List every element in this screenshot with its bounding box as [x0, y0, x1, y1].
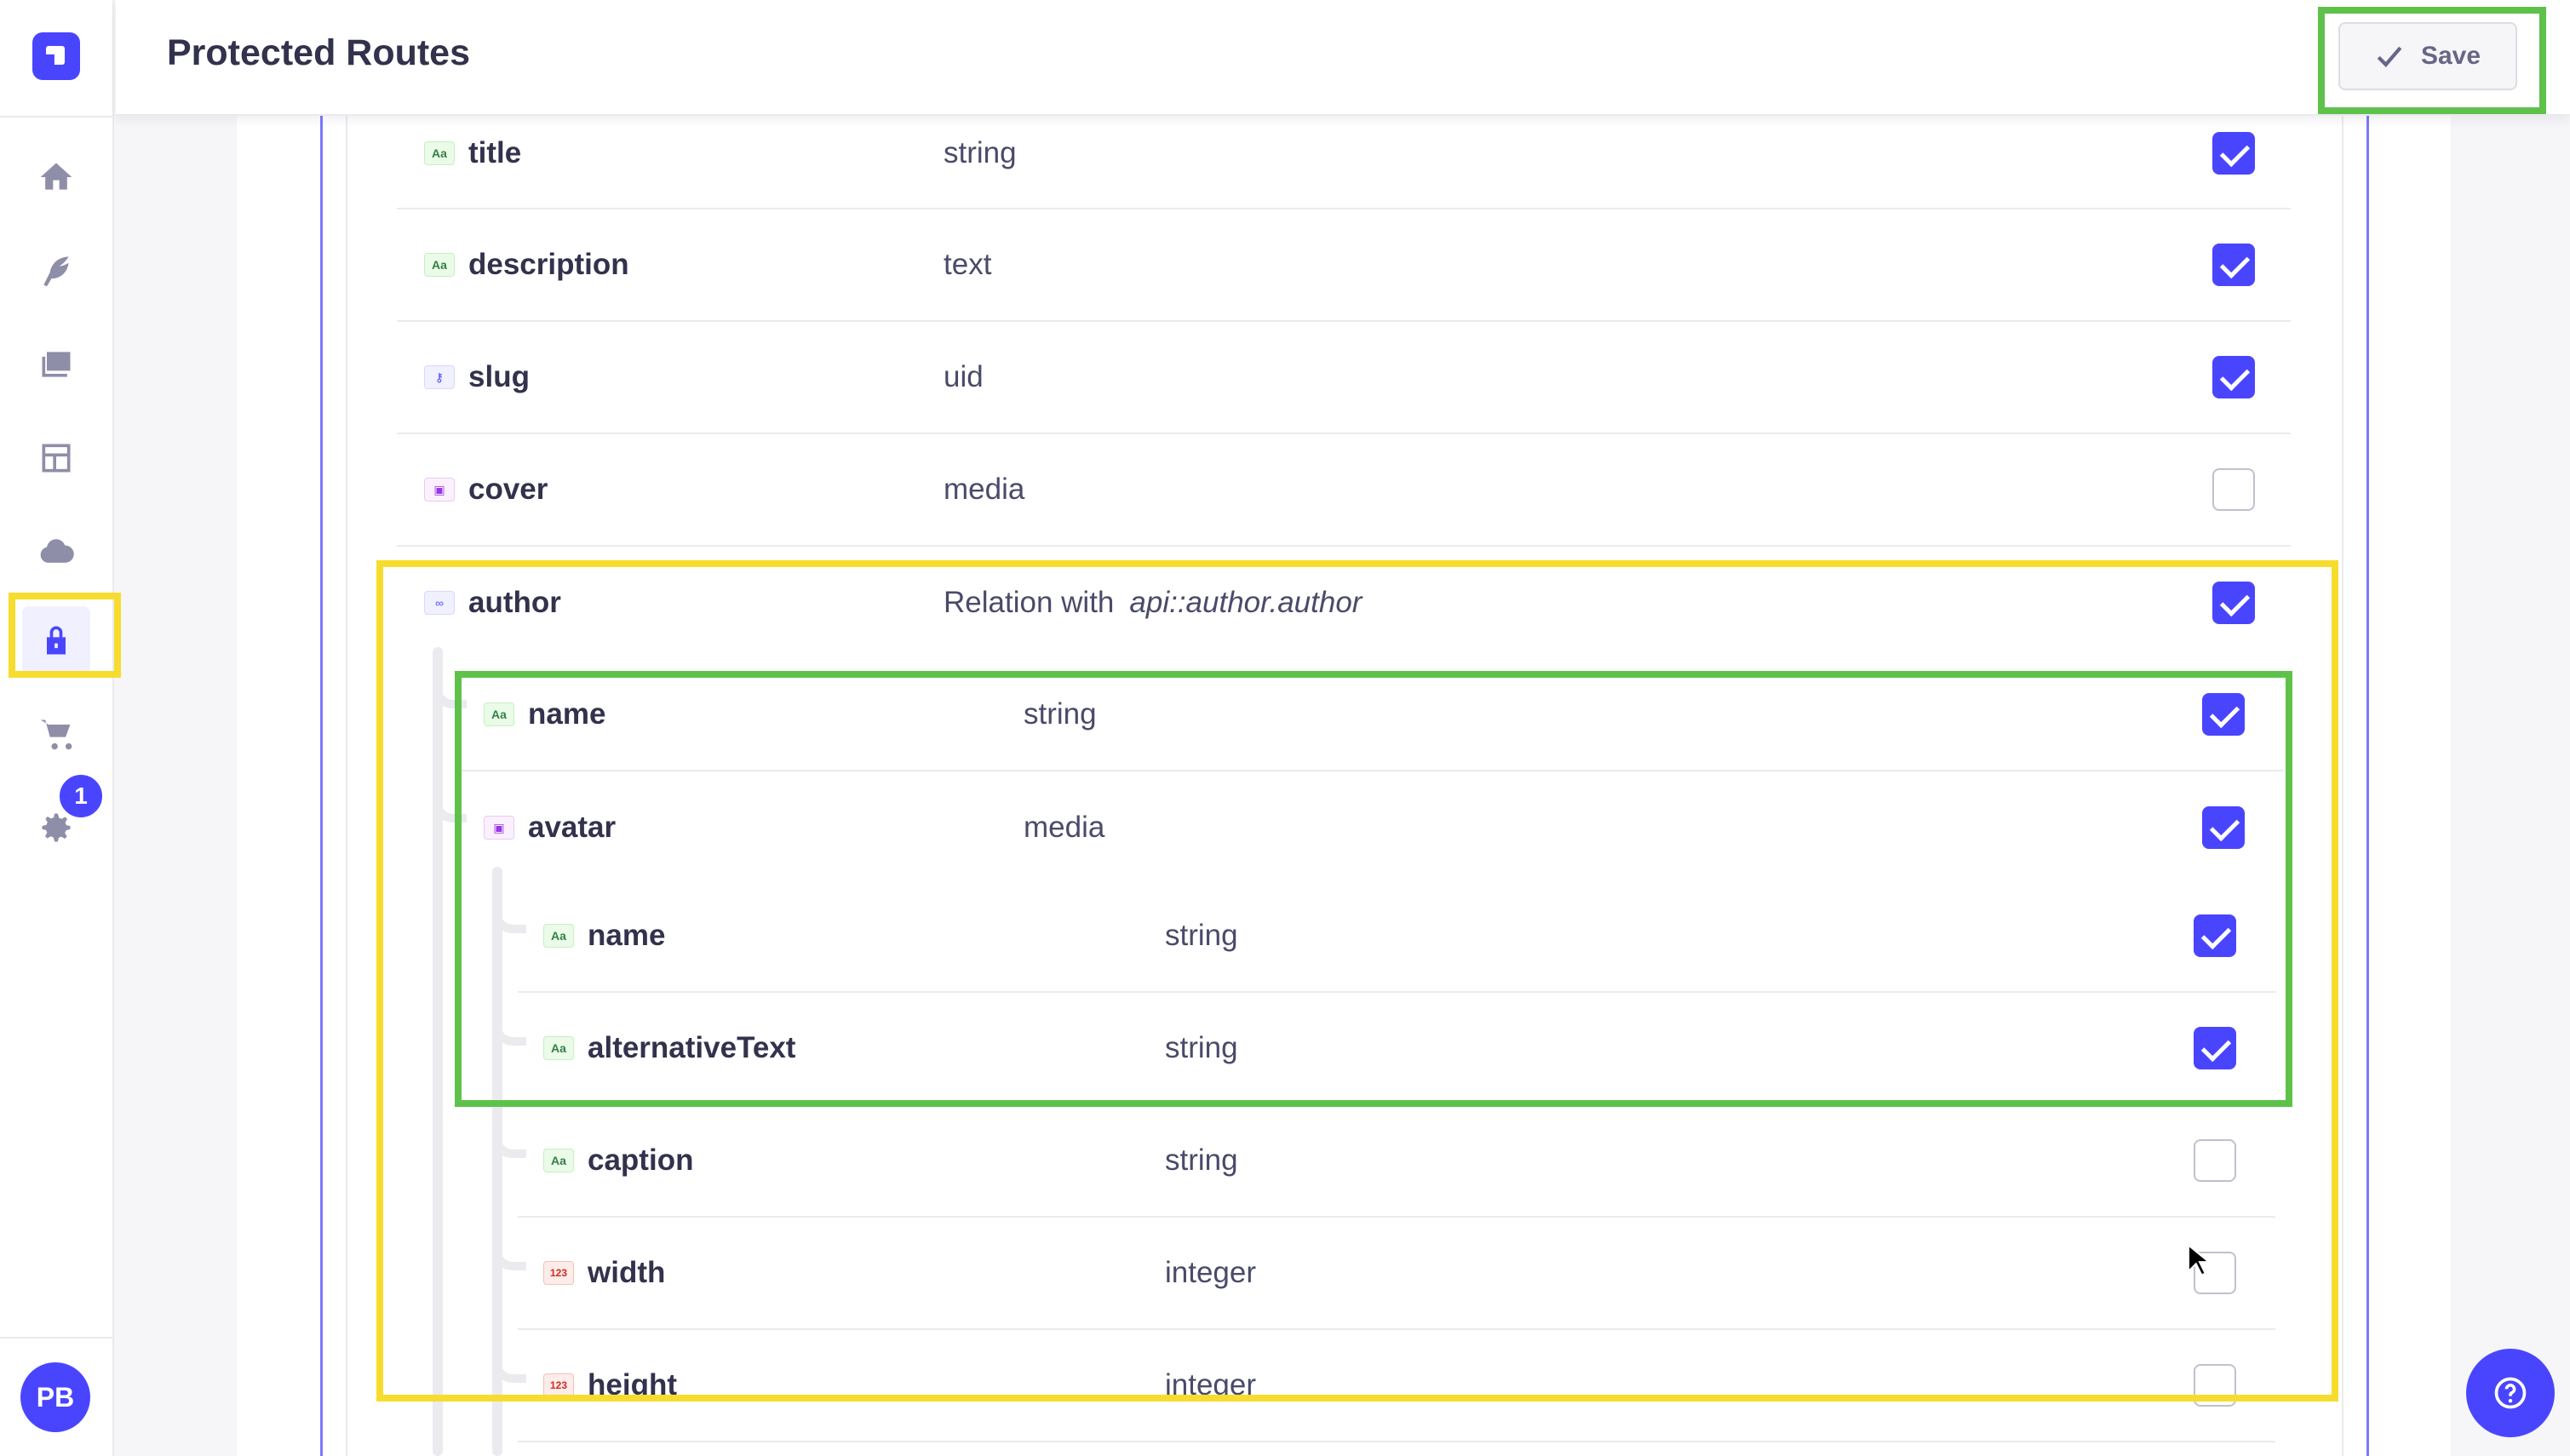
sidebar-divider: [0, 116, 114, 118]
field-type: string: [944, 136, 1017, 169]
main-sidebar: 1 PB: [0, 0, 114, 1456]
field-checkbox[interactable]: [2212, 132, 2255, 175]
selected-fields-highlight-box: [455, 671, 2292, 1107]
app-logo[interactable]: [32, 32, 80, 80]
cloud-icon[interactable]: [32, 528, 80, 576]
media-library-icon[interactable]: [32, 341, 80, 388]
sidebar-divider-bottom: [0, 1337, 114, 1338]
field-row-slug: ⚷ slug uid: [397, 322, 2291, 434]
feather-icon[interactable]: [32, 247, 80, 295]
help-button[interactable]: [2466, 1349, 2555, 1437]
field-row-cover: ▣ cover media: [397, 434, 2291, 547]
mouse-cursor-icon: [2187, 1243, 2211, 1277]
sidebar-lock-highlight-box: [9, 593, 121, 678]
field-type: media: [944, 473, 1025, 506]
home-icon[interactable]: [32, 153, 80, 201]
key-icon: ⚷: [424, 365, 455, 389]
field-name: description: [468, 248, 629, 281]
field-type: uid: [944, 360, 984, 393]
page-header: Protected Routes Save: [116, 0, 2570, 116]
save-highlight-box: [2318, 7, 2546, 114]
notification-badge: 1: [56, 771, 106, 821]
field-name: slug: [468, 360, 530, 393]
question-icon: [2494, 1377, 2527, 1409]
field-checkbox[interactable]: [2212, 356, 2255, 398]
cart-icon[interactable]: [32, 710, 80, 758]
field-checkbox[interactable]: [2212, 244, 2255, 286]
field-row-description: Aa description text: [397, 209, 2291, 322]
image-icon: ▣: [424, 478, 455, 502]
page-title: Protected Routes: [167, 32, 471, 73]
field-checkbox[interactable]: [2212, 468, 2255, 511]
field-name: cover: [468, 473, 548, 506]
user-avatar[interactable]: PB: [20, 1362, 90, 1432]
string-type-icon: Aa: [424, 253, 455, 277]
field-type: text: [944, 248, 992, 281]
layout-icon[interactable]: [32, 434, 80, 482]
field-name: title: [468, 136, 522, 169]
string-type-icon: Aa: [424, 141, 455, 165]
